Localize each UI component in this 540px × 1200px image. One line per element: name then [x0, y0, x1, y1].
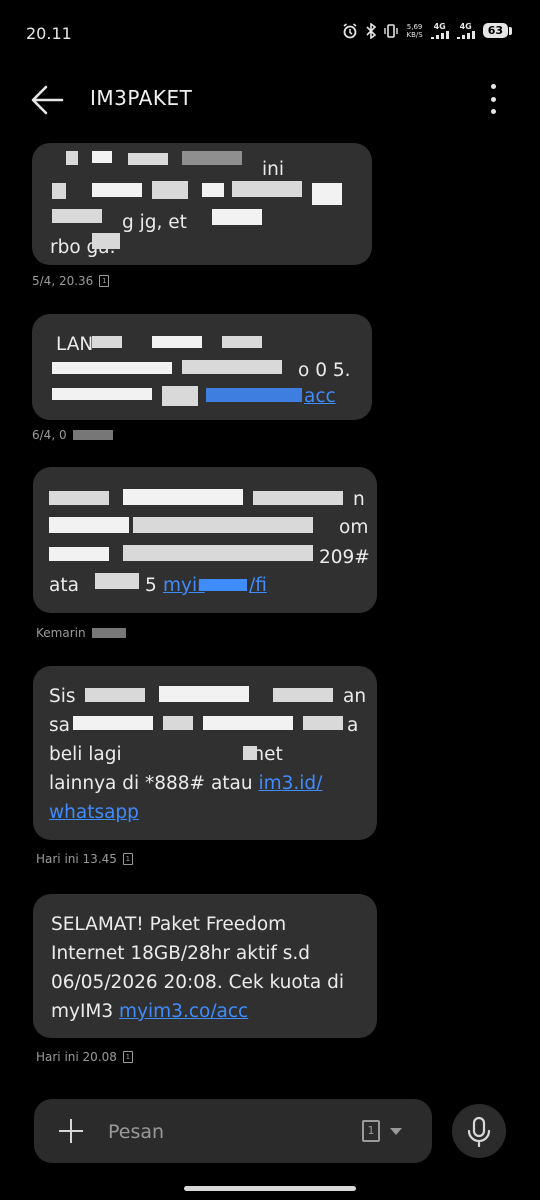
arrow-left-icon[interactable] — [30, 84, 64, 116]
message-line: ata — [49, 575, 79, 596]
message-text: myIM3 — [51, 1001, 120, 1022]
app-bar: IM3PAKET — [0, 78, 540, 122]
signal-sim2: 4G — [456, 22, 475, 39]
message-line: n — [353, 489, 365, 510]
message-bubble[interactable]: n om 209# ata 5 myir /fi — [33, 467, 377, 613]
message-bubble[interactable]: Sis an sa a beli lagi rnet lainnya di *8… — [33, 666, 377, 840]
sim-card-icon: 1 — [122, 853, 133, 865]
signal-icon — [456, 31, 475, 39]
message-timestamp: Hari ini 20.08 1 — [36, 1050, 133, 1064]
signal-sim1: 4G — [430, 22, 449, 39]
message-line: o 0 5. — [298, 360, 351, 381]
message-timestamp: Kemarin — [36, 626, 126, 640]
conversation-title: IM3PAKET — [90, 86, 193, 110]
message-link[interactable]: /fi — [249, 571, 267, 600]
network-type-2: 4G — [459, 22, 472, 31]
more-vertical-icon[interactable] — [486, 84, 500, 114]
message-line: LAN — [56, 334, 94, 355]
message-line: a — [347, 715, 359, 736]
network-speed-value: 5,69 — [406, 22, 423, 31]
microphone-button[interactable] — [452, 1104, 506, 1158]
network-speed-unit: KB/S — [406, 30, 423, 39]
message-line: sa — [49, 715, 70, 736]
message-line: Sis — [49, 686, 76, 707]
sim-card-icon: 1 — [99, 275, 110, 287]
network-type-1: 4G — [433, 22, 446, 31]
message-composer: 1 — [34, 1099, 432, 1163]
message-bubble[interactable]: LAN o 0 5. acc — [32, 314, 372, 420]
message-link[interactable]: whatsapp — [49, 802, 139, 823]
message-line: SELAMAT! Paket Freedom — [51, 914, 287, 935]
status-icons: 5,69 KB/S 4G 4G 63 — [342, 22, 512, 39]
message-line: an — [343, 686, 367, 707]
message-line: om — [339, 517, 369, 538]
message-text: lainnya di *888# atau — [49, 773, 259, 794]
sim-card-icon: 1 — [362, 1120, 380, 1142]
message-timestamp: Hari ini 13.45 1 — [36, 852, 133, 866]
sim-card-icon: 1 — [122, 1051, 133, 1063]
bluetooth-icon — [366, 22, 377, 39]
message-link[interactable]: im3.id/ — [258, 773, 322, 794]
message-line: 209# — [319, 547, 370, 568]
vibrate-icon — [384, 23, 399, 38]
network-speed: 5,69 KB/S — [406, 23, 422, 39]
microphone-icon — [467, 1116, 491, 1148]
battery-icon: 63 — [482, 23, 508, 38]
message-line: Internet 18GB/28hr aktif s.d — [51, 943, 310, 964]
message-input[interactable] — [106, 1117, 340, 1147]
message-line: ini — [262, 159, 285, 180]
message-line: g jg, et — [122, 212, 187, 233]
battery-tip — [509, 26, 512, 35]
message-line: 06/05/2026 20:08. Cek kuota di — [51, 972, 345, 993]
alarm-icon — [343, 22, 357, 38]
message-timestamp: 6/4, 0 — [32, 428, 113, 442]
status-time: 20.11 — [26, 24, 72, 43]
status-bar: 20.11 5,69 KB/S 4G 4G 63 — [0, 0, 540, 70]
sim-selector[interactable]: 1 — [362, 1120, 402, 1142]
message-bubble[interactable]: ini g jg, et rbo ga. — [32, 143, 372, 265]
message-line: 5 — [145, 575, 157, 596]
home-indicator[interactable] — [184, 1186, 356, 1191]
message-link[interactable]: myim3.co/acc — [119, 1001, 248, 1022]
message-link[interactable]: acc — [304, 382, 336, 411]
signal-icon — [430, 31, 449, 39]
chevron-down-icon — [390, 1127, 402, 1135]
message-bubble[interactable]: SELAMAT! Paket Freedom Internet 18GB/28h… — [33, 894, 377, 1038]
message-timestamp: 5/4, 20.36 1 — [32, 274, 110, 288]
plus-icon[interactable] — [58, 1118, 84, 1144]
